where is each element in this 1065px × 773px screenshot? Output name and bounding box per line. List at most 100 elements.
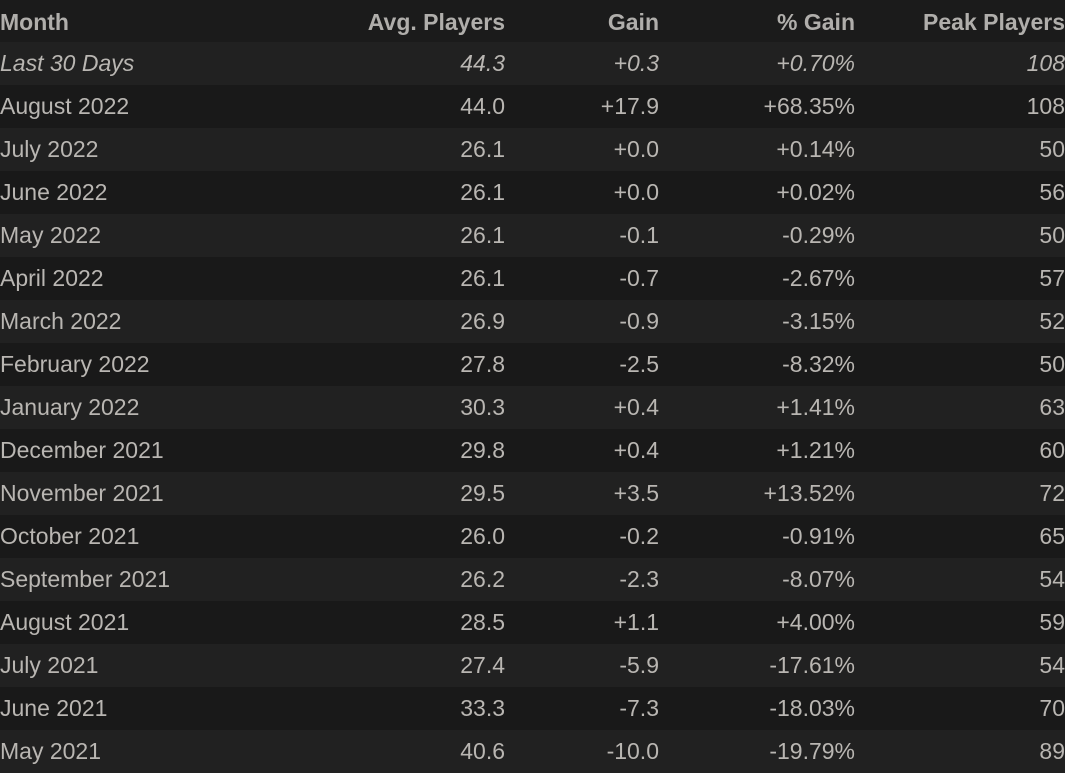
cell-peak-players: 50 <box>1039 136 1065 162</box>
cell-avg-players: 29.5 <box>460 480 505 506</box>
cell-month: February 2022 <box>0 351 150 377</box>
column-header-month[interactable]: Month <box>0 0 343 42</box>
cell-gain: -0.1 <box>619 222 659 248</box>
cell-pct-gain: +4.00% <box>776 609 855 635</box>
cell-month: June 2021 <box>0 695 108 721</box>
cell-avg-players: 30.3 <box>460 394 505 420</box>
cell-peak-players: 52 <box>1039 308 1065 334</box>
table-row[interactable]: February 2022 27.8 -2.5 -8.32% 50 <box>0 343 1065 386</box>
cell-peak-players: 65 <box>1039 523 1065 549</box>
cell-gain: +0.0 <box>613 179 659 205</box>
cell-avg-players: 44.3 <box>460 50 505 76</box>
cell-peak-players: 50 <box>1039 351 1065 377</box>
table-row[interactable]: July 2022 26.1 +0.0 +0.14% 50 <box>0 128 1065 171</box>
cell-peak-players: 108 <box>1026 93 1065 119</box>
cell-avg-players: 26.0 <box>460 523 505 549</box>
cell-avg-players: 26.1 <box>460 222 505 248</box>
cell-peak-players: 54 <box>1039 652 1065 678</box>
cell-month: July 2021 <box>0 652 99 678</box>
table-row[interactable]: April 2022 26.1 -0.7 -2.67% 57 <box>0 257 1065 300</box>
table-row[interactable]: July 2021 27.4 -5.9 -17.61% 54 <box>0 644 1065 687</box>
table-row[interactable]: May 2022 26.1 -0.1 -0.29% 50 <box>0 214 1065 257</box>
cell-month: June 2022 <box>0 179 108 205</box>
cell-avg-players: 29.8 <box>460 437 505 463</box>
cell-gain: -7.3 <box>619 695 659 721</box>
cell-pct-gain: -3.15% <box>782 308 855 334</box>
column-header-pct-gain[interactable]: % Gain <box>659 0 855 42</box>
cell-gain: +3.5 <box>613 480 659 506</box>
cell-pct-gain: +0.02% <box>776 179 855 205</box>
table-row[interactable]: May 2021 40.6 -10.0 -19.79% 89 <box>0 730 1065 773</box>
cell-gain: +0.4 <box>613 437 659 463</box>
cell-gain: -10.0 <box>606 738 659 764</box>
cell-month: October 2021 <box>0 523 140 549</box>
table-row[interactable]: June 2021 33.3 -7.3 -18.03% 70 <box>0 687 1065 730</box>
cell-gain: +1.1 <box>613 609 659 635</box>
cell-pct-gain: +1.21% <box>776 437 855 463</box>
cell-month: August 2021 <box>0 609 130 635</box>
cell-avg-players: 26.1 <box>460 136 505 162</box>
cell-pct-gain: +13.52% <box>763 480 855 506</box>
cell-month: April 2022 <box>0 265 104 291</box>
table-row[interactable]: December 2021 29.8 +0.4 +1.21% 60 <box>0 429 1065 472</box>
cell-month: September 2021 <box>0 566 171 592</box>
cell-peak-players: 70 <box>1039 695 1065 721</box>
cell-pct-gain: -8.07% <box>782 566 855 592</box>
column-header-peak-players[interactable]: Peak Players <box>855 0 1065 42</box>
table-row[interactable]: June 2022 26.1 +0.0 +0.02% 56 <box>0 171 1065 214</box>
cell-avg-players: 28.5 <box>460 609 505 635</box>
cell-pct-gain: -2.67% <box>782 265 855 291</box>
cell-month: August 2022 <box>0 93 130 119</box>
cell-gain: +0.0 <box>613 136 659 162</box>
cell-pct-gain: -0.91% <box>782 523 855 549</box>
cell-peak-players: 59 <box>1039 609 1065 635</box>
table-row[interactable]: January 2022 30.3 +0.4 +1.41% 63 <box>0 386 1065 429</box>
cell-pct-gain: +0.70% <box>776 50 855 76</box>
monthly-player-statistics-table: Month Avg. Players Gain % Gain Peak Play… <box>0 0 1065 773</box>
cell-month: January 2022 <box>0 394 140 420</box>
cell-gain: -5.9 <box>619 652 659 678</box>
table-header: Month Avg. Players Gain % Gain Peak Play… <box>0 0 1065 42</box>
table-row[interactable]: August 2022 44.0 +17.9 +68.35% 108 <box>0 85 1065 128</box>
cell-pct-gain: +68.35% <box>763 93 855 119</box>
cell-pct-gain: +1.41% <box>776 394 855 420</box>
cell-gain: -0.2 <box>619 523 659 549</box>
cell-gain: -2.3 <box>619 566 659 592</box>
cell-avg-players: 40.6 <box>460 738 505 764</box>
table-row[interactable]: November 2021 29.5 +3.5 +13.52% 72 <box>0 472 1065 515</box>
cell-pct-gain: -17.61% <box>769 652 855 678</box>
cell-month: July 2022 <box>0 136 99 162</box>
cell-peak-players: 63 <box>1039 394 1065 420</box>
cell-month: March 2022 <box>0 308 122 334</box>
table-header-row: Month Avg. Players Gain % Gain Peak Play… <box>0 0 1065 42</box>
cell-peak-players: 54 <box>1039 566 1065 592</box>
cell-avg-players: 27.8 <box>460 351 505 377</box>
cell-month: Last 30 Days <box>0 50 135 76</box>
cell-month: May 2021 <box>0 738 102 764</box>
column-header-gain[interactable]: Gain <box>505 0 659 42</box>
table-body: Last 30 Days 44.3 +0.3 +0.70% 108 August 2022… <box>0 42 1065 773</box>
cell-gain: -0.7 <box>619 265 659 291</box>
cell-avg-players: 26.2 <box>460 566 505 592</box>
table-row[interactable]: August 2021 28.5 +1.1 +4.00% 59 <box>0 601 1065 644</box>
cell-month: December 2021 <box>0 437 164 463</box>
cell-avg-players: 26.1 <box>460 179 505 205</box>
cell-avg-players: 26.9 <box>460 308 505 334</box>
table-row[interactable]: October 2021 26.0 -0.2 -0.91% 65 <box>0 515 1065 558</box>
cell-peak-players: 89 <box>1039 738 1065 764</box>
cell-avg-players: 44.0 <box>460 93 505 119</box>
cell-peak-players: 72 <box>1039 480 1065 506</box>
cell-month: November 2021 <box>0 480 164 506</box>
table-row[interactable]: September 2021 26.2 -2.3 -8.07% 54 <box>0 558 1065 601</box>
cell-gain: +0.3 <box>613 50 659 76</box>
cell-peak-players: 108 <box>1026 50 1065 76</box>
cell-pct-gain: -0.29% <box>782 222 855 248</box>
column-header-avg-players[interactable]: Avg. Players <box>343 0 505 42</box>
cell-month: May 2022 <box>0 222 102 248</box>
cell-peak-players: 56 <box>1039 179 1065 205</box>
cell-peak-players: 57 <box>1039 265 1065 291</box>
cell-gain: +17.9 <box>600 93 659 119</box>
table-row[interactable]: March 2022 26.9 -0.9 -3.15% 52 <box>0 300 1065 343</box>
table-row[interactable]: Last 30 Days 44.3 +0.3 +0.70% 108 <box>0 42 1065 85</box>
cell-pct-gain: +0.14% <box>776 136 855 162</box>
